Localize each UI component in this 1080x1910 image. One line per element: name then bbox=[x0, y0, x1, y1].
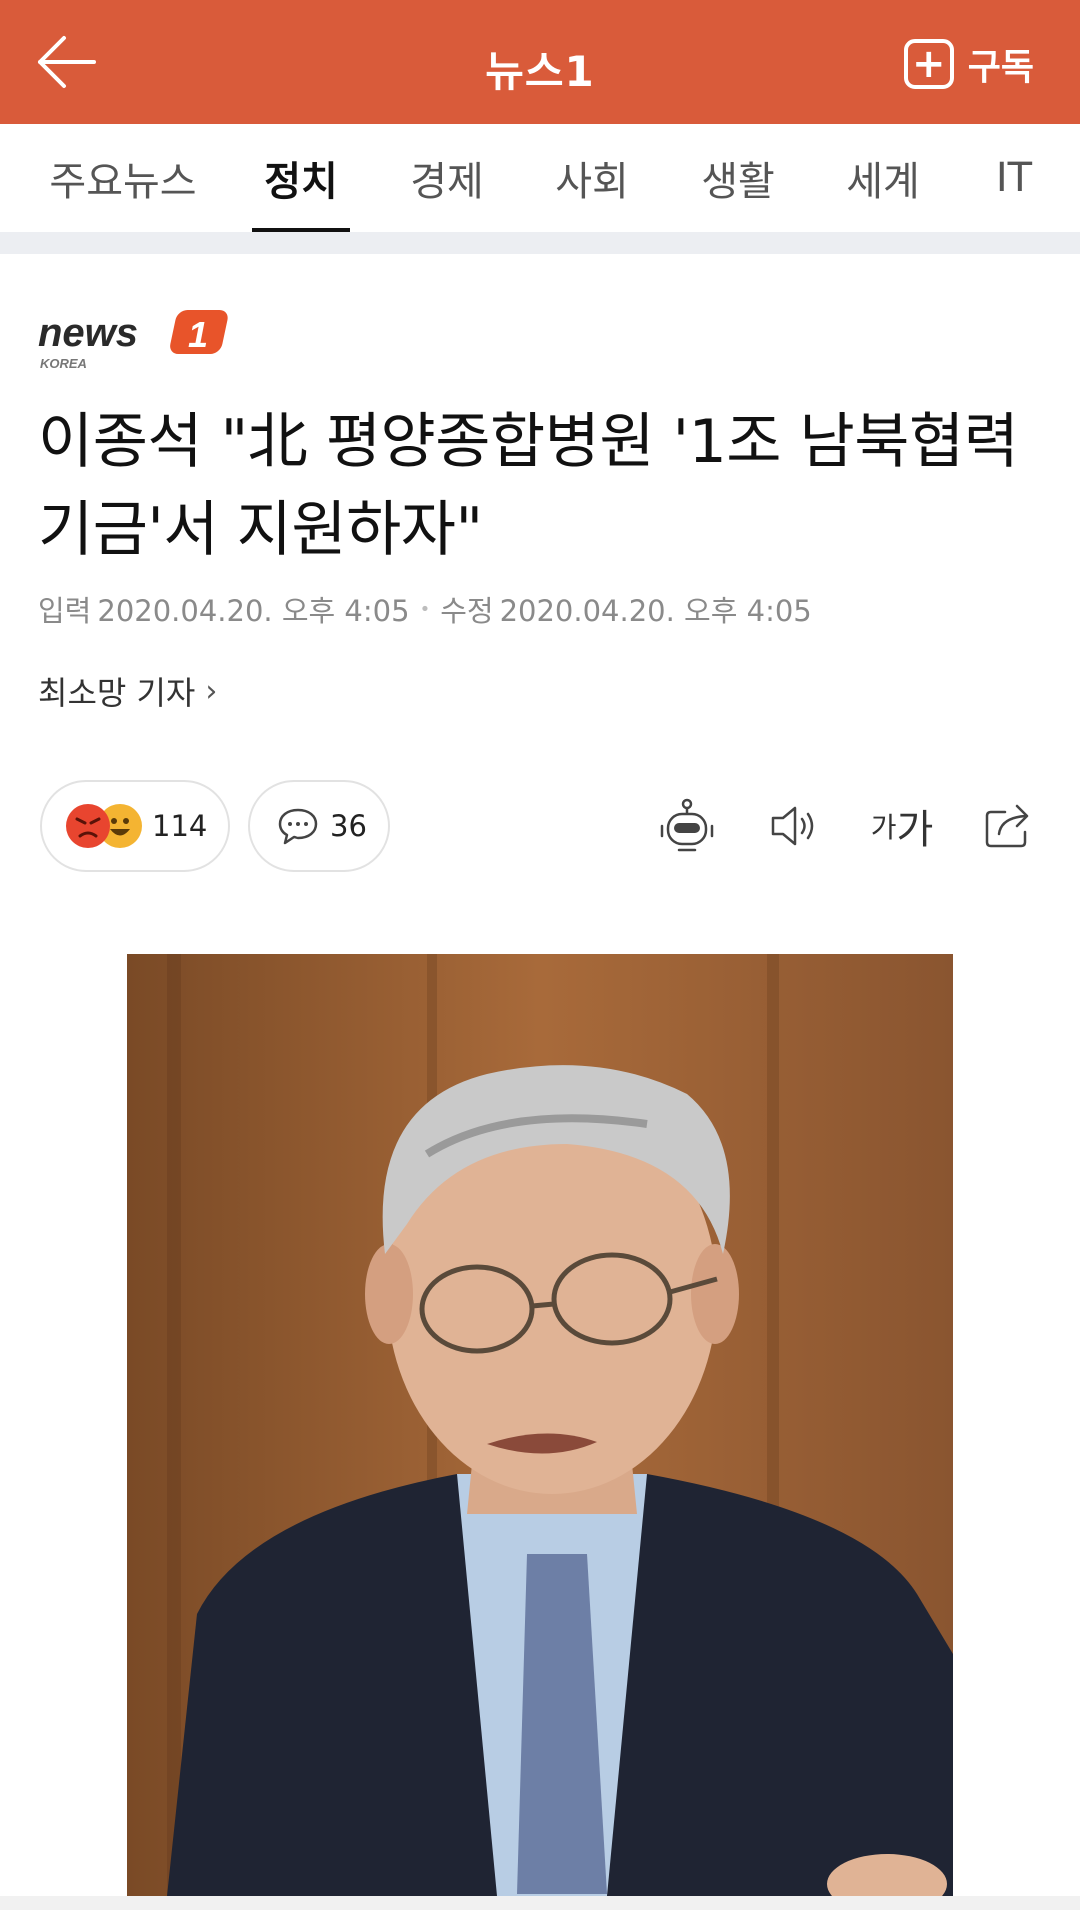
svg-text:KOREA: KOREA bbox=[40, 356, 87, 370]
subscribe-button[interactable]: + 구독 bbox=[903, 36, 1034, 92]
share-button[interactable] bbox=[978, 795, 1040, 857]
arrow-left-icon bbox=[38, 36, 96, 88]
modified-date: 2020.04.20. 오후 4:05 bbox=[499, 594, 812, 628]
published-date: 2020.04.20. 오후 4:05 bbox=[97, 594, 410, 628]
article-photo bbox=[127, 954, 953, 1896]
summary-bot-button[interactable] bbox=[656, 795, 718, 857]
tab-politics[interactable]: 정치 bbox=[252, 124, 350, 232]
tab-life[interactable]: 생활 bbox=[689, 124, 787, 232]
reporter-link[interactable]: 최소망 기자 › bbox=[38, 668, 217, 714]
text-to-speech-button[interactable] bbox=[762, 795, 824, 857]
svg-text:news: news bbox=[38, 311, 138, 355]
published-label: 입력 bbox=[38, 594, 92, 628]
back-button[interactable] bbox=[34, 30, 98, 94]
angry-emoji-icon bbox=[66, 804, 110, 848]
speaker-icon bbox=[771, 806, 814, 846]
tab-economy[interactable]: 경제 bbox=[398, 124, 496, 232]
font-size-button[interactable]: 가가 bbox=[866, 795, 938, 857]
svg-text:1: 1 bbox=[188, 314, 208, 355]
share-icon bbox=[985, 804, 1029, 848]
comment-count: 36 bbox=[330, 809, 367, 843]
date-separator: • bbox=[419, 598, 431, 620]
section-divider bbox=[0, 232, 1080, 254]
plus-icon: + bbox=[903, 39, 954, 89]
modified-label: 수정 bbox=[440, 594, 494, 628]
tab-it[interactable]: IT bbox=[980, 124, 1048, 232]
comments-button[interactable]: 36 bbox=[248, 780, 390, 872]
top-app-bar: 뉴스1 + 구독 bbox=[0, 0, 1080, 124]
tab-main-news[interactable]: 주요뉴스 bbox=[38, 124, 208, 232]
reporter-name: 최소망 기자 bbox=[38, 674, 196, 712]
tab-society[interactable]: 사회 bbox=[543, 124, 641, 232]
news1-logo: news 1 KOREA bbox=[38, 308, 238, 371]
category-tabs: 주요뉴스 정치 경제 사회 생활 세계 IT bbox=[0, 124, 1080, 232]
article-dates: 입력 2020.04.20. 오후 4:05 • 수정 2020.04.20. … bbox=[38, 588, 812, 630]
chevron-right-icon: › bbox=[205, 673, 218, 709]
article-headline: 이종석 "北 평양종합병원 '1조 남북협력기금'서 지원하자" bbox=[38, 407, 1019, 565]
font-small-label: 가 bbox=[870, 811, 897, 844]
font-big-label: 가 bbox=[896, 807, 934, 853]
robot-icon bbox=[660, 798, 714, 852]
tab-world[interactable]: 세계 bbox=[834, 124, 932, 232]
subscribe-label: 구독 bbox=[967, 47, 1034, 88]
comment-icon bbox=[278, 808, 318, 845]
bottom-edge bbox=[0, 1896, 1080, 1910]
portrait-illustration bbox=[127, 954, 953, 1896]
reaction-count: 114 bbox=[152, 809, 208, 843]
reaction-button[interactable]: 114 bbox=[40, 780, 230, 872]
